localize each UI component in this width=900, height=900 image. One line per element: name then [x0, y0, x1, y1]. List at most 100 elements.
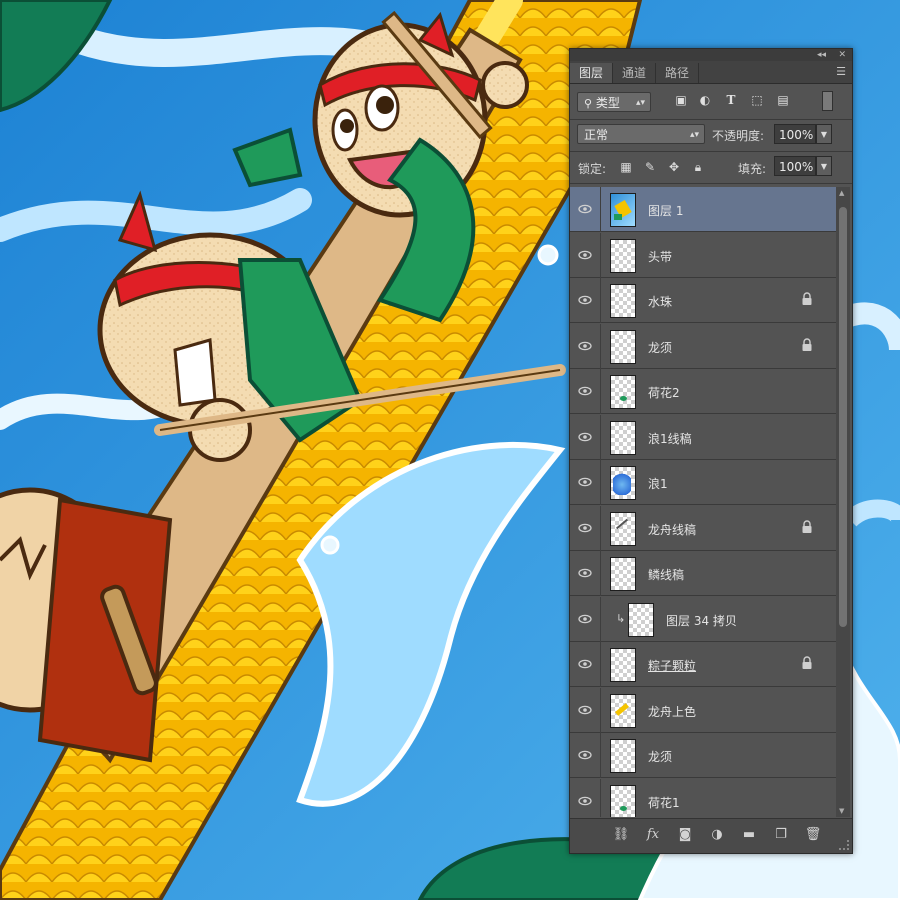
layer-thumbnail[interactable] [610, 739, 636, 773]
layer-name[interactable]: 荷花2 [648, 384, 680, 401]
visibility-column-divider [600, 596, 601, 642]
visibility-eye-icon[interactable] [578, 521, 592, 535]
adjustment-filter-icon[interactable]: ◐ [698, 93, 712, 107]
lock-transparency-icon[interactable]: ▦ [618, 159, 634, 175]
layer-name[interactable]: 龙须 [648, 339, 672, 356]
lock-all-icon[interactable]: 🔒︎ [690, 159, 706, 175]
layer-thumbnail[interactable] [610, 693, 636, 728]
layer-name[interactable]: 龙舟上色 [648, 703, 696, 720]
fill-input[interactable]: 100% [774, 156, 816, 176]
new-group-icon[interactable]: ▬ [740, 827, 758, 843]
link-layers-icon[interactable]: ⛓ [612, 827, 630, 843]
panel-title-bar[interactable]: ◂◂ ✕ [570, 49, 852, 61]
visibility-eye-icon[interactable] [578, 384, 592, 398]
layer-lock-icon [802, 519, 812, 533]
tab-layers[interactable]: 图层 [570, 63, 614, 83]
visibility-eye-icon[interactable] [578, 293, 592, 307]
layer-row[interactable]: 浪1 [570, 460, 836, 505]
add-mask-icon[interactable]: ◙ [676, 827, 694, 843]
visibility-column-divider [600, 323, 601, 369]
panel-menu-icon[interactable]: ☰ [836, 65, 846, 78]
filter-toggle-switch[interactable] [822, 91, 833, 111]
visibility-eye-icon[interactable] [578, 794, 592, 808]
layer-row[interactable]: 龙舟线稿 [570, 505, 836, 551]
visibility-eye-icon[interactable] [578, 748, 592, 762]
tab-channels[interactable]: 通道 [613, 63, 657, 83]
layer-thumbnail[interactable] [610, 648, 636, 682]
layer-name[interactable]: 荷花1 [648, 794, 680, 811]
layer-name[interactable]: 图层 34 拷贝 [666, 612, 737, 629]
resize-grip[interactable] [839, 840, 849, 850]
tab-paths[interactable]: 路径 [656, 63, 700, 83]
layer-thumbnail[interactable] [610, 329, 636, 364]
layer-name[interactable]: 浪1线稿 [648, 430, 692, 447]
scroll-up-icon[interactable]: ▲ [839, 189, 844, 197]
layer-name[interactable]: 浪1 [648, 475, 668, 492]
layer-row[interactable]: 荷花2 [570, 369, 836, 414]
adjustment-layer-icon[interactable]: ◑ [708, 827, 726, 843]
layer-row[interactable]: 图层 1 [570, 187, 836, 232]
layer-thumbnail[interactable] [610, 284, 636, 318]
lock-position-icon[interactable]: ✥ [666, 159, 682, 175]
layer-name[interactable]: 龙须 [648, 748, 672, 765]
visibility-eye-icon[interactable] [578, 657, 592, 671]
layer-thumbnail[interactable] [610, 375, 636, 409]
type-filter-icon[interactable]: T [724, 93, 738, 107]
visibility-eye-icon[interactable] [578, 202, 592, 216]
layer-row[interactable]: 龙舟上色 [570, 687, 836, 733]
visibility-eye-icon[interactable] [578, 703, 592, 717]
visibility-eye-icon[interactable] [578, 339, 592, 353]
layer-thumbnail[interactable] [610, 557, 636, 591]
layer-thumbnail[interactable] [610, 511, 636, 546]
blend-mode-select[interactable]: 正常 ▴▾ [577, 124, 705, 144]
lock-pixels-icon[interactable]: ✎ [642, 159, 658, 175]
image-filter-icon[interactable]: ▣ [674, 93, 688, 107]
visibility-eye-icon[interactable] [578, 566, 592, 580]
layer-list-scrollbar[interactable]: ▲ ▼ [836, 187, 850, 817]
layer-row[interactable]: 荷花1 [570, 778, 836, 817]
layer-row[interactable]: 龙须 [570, 323, 836, 369]
visibility-eye-icon[interactable] [578, 248, 592, 262]
layer-thumbnail[interactable] [610, 193, 636, 227]
layer-lock-icon [802, 337, 812, 351]
fx-icon[interactable]: fx [644, 827, 662, 843]
layer-row[interactable]: 浪1线稿 [570, 414, 836, 460]
layer-row[interactable]: 水珠 [570, 278, 836, 323]
delete-layer-icon[interactable]: 🗑︎ [804, 827, 822, 843]
visibility-column-divider [600, 778, 601, 817]
layer-thumbnail[interactable] [628, 602, 654, 637]
layer-name[interactable]: 图层 1 [648, 202, 683, 219]
layer-thumbnail[interactable] [610, 420, 636, 455]
collapse-panel-icon[interactable]: ◂◂ [817, 49, 826, 61]
scroll-thumb[interactable] [839, 207, 847, 627]
layer-row[interactable]: 粽子颗粒 [570, 642, 836, 687]
layer-filter-select[interactable]: ⚲ 类型 ▴▾ [577, 92, 651, 112]
visibility-column-divider [600, 460, 601, 505]
visibility-column-divider [600, 551, 601, 596]
layer-name[interactable]: 头带 [648, 248, 672, 265]
visibility-eye-icon[interactable] [578, 475, 592, 489]
layer-row[interactable]: 头带 [570, 232, 836, 278]
visibility-column-divider [600, 505, 601, 551]
opacity-input[interactable]: 100% [774, 124, 816, 144]
layer-thumbnail[interactable] [610, 466, 636, 500]
opacity-dropdown-icon[interactable]: ▼ [816, 124, 832, 144]
visibility-column-divider [600, 733, 601, 778]
visibility-eye-icon[interactable] [578, 430, 592, 444]
layer-name[interactable]: 粽子颗粒 [648, 657, 696, 674]
smart-object-filter-icon[interactable]: ▤ [776, 93, 790, 107]
layer-thumbnail[interactable] [610, 238, 636, 273]
layer-thumbnail[interactable] [610, 784, 636, 817]
layer-name[interactable]: 鳞线稿 [648, 566, 684, 583]
layer-row[interactable]: ↳ 图层 34 拷贝 [570, 596, 836, 642]
layer-name[interactable]: 龙舟线稿 [648, 521, 696, 538]
fill-dropdown-icon[interactable]: ▼ [816, 156, 832, 176]
shape-filter-icon[interactable]: ⬚ [750, 93, 764, 107]
layer-row[interactable]: 鳞线稿 [570, 551, 836, 596]
close-panel-icon[interactable]: ✕ [838, 49, 846, 61]
layer-row[interactable]: 龙须 [570, 733, 836, 778]
visibility-eye-icon[interactable] [578, 612, 592, 626]
new-layer-icon[interactable]: ❐ [772, 827, 790, 843]
layer-name[interactable]: 水珠 [648, 293, 672, 310]
scroll-down-icon[interactable]: ▼ [839, 807, 844, 815]
